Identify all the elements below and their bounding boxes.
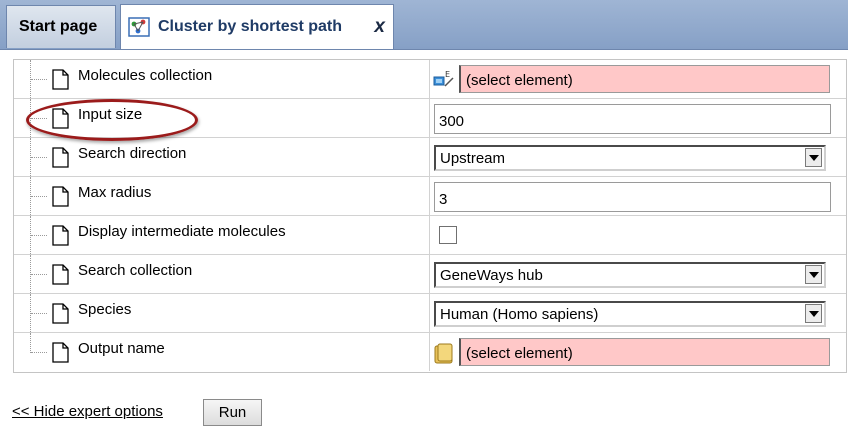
max-radius-field[interactable]: 3 <box>434 182 831 212</box>
svg-text:E: E <box>445 70 450 79</box>
param-row-output-name: Output name (select element) <box>14 333 846 372</box>
param-label: Output name <box>78 340 165 357</box>
tree-connector <box>30 138 49 176</box>
output-name-field[interactable]: (select element) <box>459 338 830 366</box>
select-value: GeneWays hub <box>440 267 543 284</box>
cluster-icon <box>128 16 152 38</box>
tab-cluster-label: Cluster by shortest path <box>158 18 343 35</box>
param-label: Display intermediate molecules <box>78 223 286 240</box>
display-intermediate-checkbox[interactable] <box>439 226 457 244</box>
document-icon <box>52 342 69 363</box>
document-icon <box>52 69 69 90</box>
tab-start-page-label: Start page <box>19 18 98 35</box>
highlight-ellipse <box>26 99 198 141</box>
tab-bar: Start page Cluster by shortest path x <box>0 0 848 50</box>
tree-connector <box>30 333 49 353</box>
chevron-down-icon[interactable] <box>805 148 822 167</box>
select-value: Human (Homo sapiens) <box>440 306 599 323</box>
species-select[interactable]: Human (Homo sapiens) <box>434 301 826 327</box>
tree-connector <box>30 255 49 293</box>
select-value: Upstream <box>440 150 506 167</box>
param-row-species: Species Human (Homo sapiens) <box>14 294 846 333</box>
document-icon <box>52 225 69 246</box>
molecule-collection-icon[interactable]: E <box>433 68 455 92</box>
document-icon <box>52 303 69 324</box>
param-row-search-direction: Search direction Upstream <box>14 138 846 177</box>
param-row-display-intermediate: Display intermediate molecules <box>14 216 846 255</box>
param-label: Max radius <box>78 184 152 201</box>
param-label: Search collection <box>78 262 193 279</box>
tab-start-page[interactable]: Start page <box>6 5 116 48</box>
tree-connector <box>30 60 49 98</box>
document-icon <box>52 147 69 168</box>
chevron-down-icon[interactable] <box>805 304 822 323</box>
close-tab-icon[interactable]: x <box>374 16 385 38</box>
param-label: Species <box>78 301 132 318</box>
hide-expert-options-link[interactable]: << Hide expert options <box>12 403 163 420</box>
search-direction-select[interactable]: Upstream <box>434 145 826 171</box>
param-label: Molecules collection <box>78 67 213 84</box>
document-icon <box>52 186 69 207</box>
input-size-field[interactable]: 300 <box>434 104 831 134</box>
molecules-collection-field[interactable]: (select element) <box>459 65 830 93</box>
tab-cluster-by-shortest-path[interactable]: Cluster by shortest path x <box>120 4 394 49</box>
param-label: Search direction <box>78 145 187 162</box>
param-row-molecules-collection: Molecules collection E (select element) <box>14 60 846 99</box>
chevron-down-icon[interactable] <box>805 265 822 284</box>
tree-connector <box>30 177 49 215</box>
folder-icon[interactable] <box>433 341 455 365</box>
search-collection-select[interactable]: GeneWays hub <box>434 262 826 288</box>
tree-connector <box>30 216 49 254</box>
tree-connector <box>30 294 49 332</box>
param-row-search-collection: Search collection GeneWays hub <box>14 255 846 294</box>
document-icon <box>52 264 69 285</box>
run-button[interactable]: Run <box>203 399 262 426</box>
param-row-max-radius: Max radius 3 <box>14 177 846 216</box>
